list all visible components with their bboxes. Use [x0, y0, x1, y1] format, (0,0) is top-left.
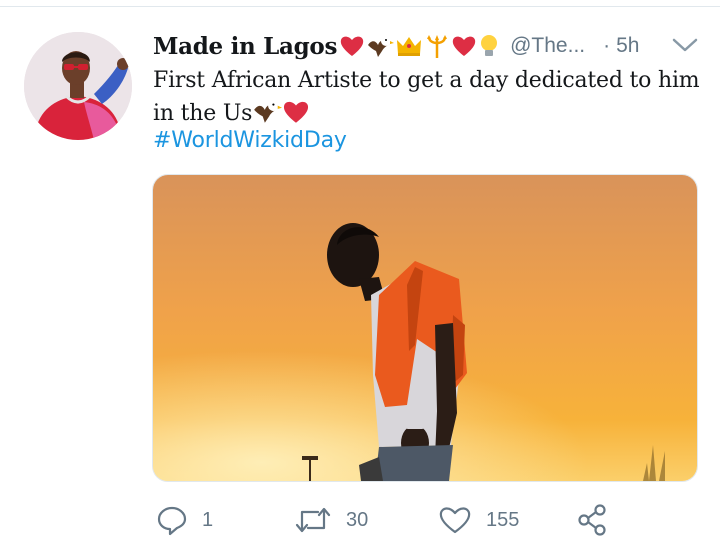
red-heart-icon — [340, 36, 364, 56]
tweet-text-line-2-text: in the Us — [153, 101, 253, 126]
eagle-icon — [368, 36, 395, 57]
chevron-down-icon[interactable] — [670, 34, 700, 56]
author-handle[interactable]: @The... — [510, 34, 585, 58]
reply-count: 1 — [202, 508, 214, 531]
trident-icon — [427, 35, 448, 58]
reply-action[interactable]: 1 — [156, 500, 213, 540]
name-emojis — [339, 33, 500, 59]
hashtag-link[interactable]: #WorldWizkidDay — [153, 128, 347, 153]
author-name[interactable]: Made in Lagos — [153, 33, 337, 60]
retweet-icon — [295, 507, 331, 533]
red-heart-icon — [452, 36, 476, 56]
tweet-text: First African Artiste to get a day dedic… — [153, 64, 708, 135]
avatar[interactable] — [24, 32, 132, 140]
separator-dot: · — [603, 34, 611, 57]
like-count: 155 — [486, 508, 520, 531]
timestamp[interactable]: 5h — [616, 34, 639, 58]
crown-icon — [397, 37, 422, 56]
share-action[interactable] — [576, 500, 610, 540]
light-bulb-icon — [481, 35, 498, 56]
top-divider — [0, 0, 720, 7]
tweet-actions: 1 30 155 — [152, 500, 672, 540]
tweet-image[interactable] — [152, 174, 698, 482]
heart-icon — [439, 507, 471, 534]
tweet-text-line-1: First African Artiste to get a day dedic… — [153, 68, 700, 93]
retweet-count: 30 — [346, 508, 369, 531]
share-icon — [578, 504, 606, 536]
reply-icon — [157, 506, 187, 536]
tweet-header: Made in Lagos @The... · 5h — [153, 28, 698, 64]
like-action[interactable]: 155 — [438, 500, 519, 540]
retweet-action[interactable]: 30 — [294, 500, 368, 540]
